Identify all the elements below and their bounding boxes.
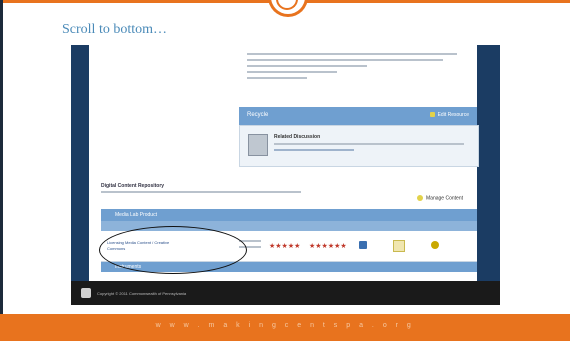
delete-icon[interactable] — [431, 241, 439, 249]
recycle-panel-header: Recycle Edit Resource — [239, 107, 477, 125]
slide: Scroll to bottom… Recycle Edit Resource … — [0, 0, 570, 341]
panel-title: Recycle — [247, 112, 269, 118]
avatar — [248, 134, 268, 156]
footer-copyright: Copyright © 2011 Commonwealth of Pennsyl… — [97, 291, 187, 296]
recycle-panel-body: Related Discussion — [239, 125, 479, 167]
left-accent-rule — [0, 0, 3, 341]
text-line — [101, 191, 301, 193]
table-header: Media Lab Product — [101, 209, 477, 221]
discussion-title[interactable]: Related Discussion — [274, 134, 320, 140]
repository-title: Digital Content Repository — [101, 183, 165, 189]
rating-stars-secondary[interactable]: ★★★★★★ — [309, 242, 347, 250]
highlight-oval — [99, 226, 247, 274]
text-line — [247, 71, 337, 73]
table-title: Media Lab Product — [115, 212, 157, 218]
favorite-icon[interactable] — [393, 240, 405, 252]
manage-content-button[interactable]: Manage Content — [417, 195, 463, 201]
text-line — [274, 143, 464, 145]
bottom-bar: w w w . m a k i n g c e n t s p a . o r … — [0, 314, 570, 341]
text-line — [247, 59, 443, 61]
text-line — [247, 77, 307, 79]
text-line — [274, 149, 354, 151]
download-icon[interactable] — [359, 241, 367, 249]
edit-resource-button[interactable]: Edit Resource — [430, 112, 469, 118]
screenshot-footer: Copyright © 2011 Commonwealth of Pennsyl… — [71, 281, 500, 305]
slide-heading: Scroll to bottom… — [62, 22, 167, 37]
text-line — [247, 53, 457, 55]
rating-stars[interactable]: ★★★★★ — [269, 242, 300, 250]
text-line — [247, 65, 367, 67]
footer-url[interactable]: w w w . m a k i n g c e n t s p a . o r … — [0, 322, 570, 329]
logo-icon — [81, 288, 91, 298]
